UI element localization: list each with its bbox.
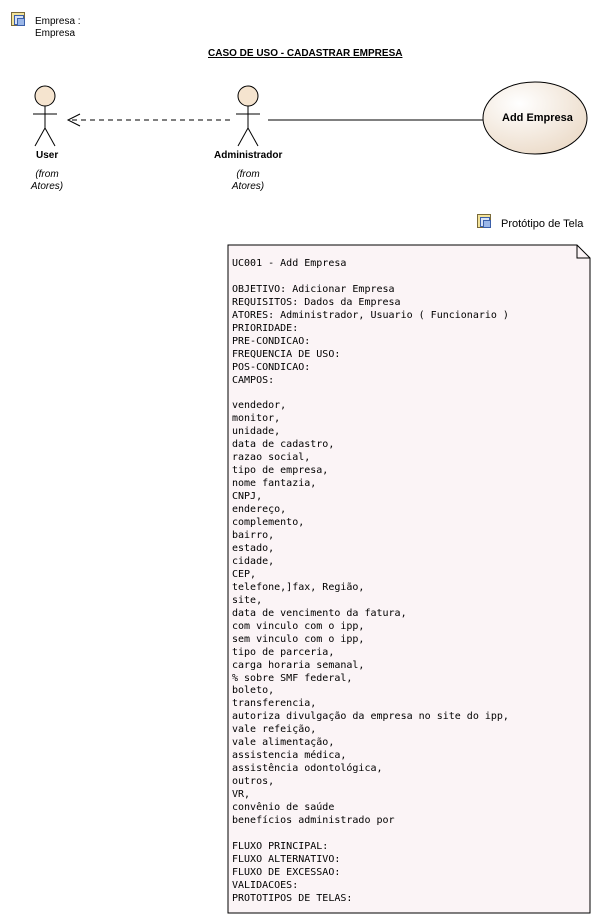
note-line: FLUXO PRINCIPAL: [232, 840, 329, 852]
note-line: vale refeição, [232, 724, 317, 736]
note-line: unidade, [232, 426, 281, 438]
note-line: data de vencimento da fatura, [232, 607, 407, 619]
actor-user-head [34, 85, 56, 107]
note-line: OBJETIVO: Adicionar Empresa [232, 283, 395, 295]
note-line: endereço, [232, 504, 287, 516]
note-line: boleto, [232, 685, 275, 697]
note-line: tipo de empresa, [232, 465, 329, 477]
diagram-canvas [33, 81, 588, 155]
note-line: cidade, [232, 555, 275, 567]
note-line: assistencia médica, [232, 750, 347, 762]
note-line [232, 271, 582, 284]
note-line: com vinculo com o ipp, [232, 620, 365, 632]
actor-administrador-origin: (from Atores) [227, 169, 269, 193]
note-line: data de cadastro, [232, 439, 335, 451]
actor-user[interactable] [33, 85, 57, 147]
note-line: PRE-CONDICAO: [232, 335, 311, 347]
actor-administrador-name: Administrador [214, 150, 283, 161]
note-line: benefícios administrado por [232, 814, 395, 826]
note-line: % sobre SMF federal, [232, 672, 353, 684]
note-line: CAMPOS: [232, 374, 275, 386]
note-line: FLUXO ALTERNATIVO: [232, 853, 341, 865]
note-line: PRIORIDADE: [232, 322, 299, 334]
note-line: tipo de parceria, [232, 646, 335, 658]
note-line: FREQUENCIA DE USO: [232, 348, 341, 360]
actor-user-name: User [36, 150, 59, 161]
note-line: estado, [232, 542, 275, 554]
note-line: assistência odontológica, [232, 763, 383, 775]
note-line: vendedor, [232, 400, 287, 412]
note-line: POS-CONDICAO: [232, 361, 311, 373]
prototype-link-label[interactable]: Protótipo de Tela [501, 218, 583, 230]
note-line: PROTOTIPOS DE TELAS: [232, 892, 353, 904]
note-line: telefone,]fax, Região, [232, 581, 365, 593]
note-line: carga horaria semanal, [232, 659, 365, 671]
note-line: nome fantazia, [232, 478, 317, 490]
note-line: sem vinculo com o ipp, [232, 633, 365, 645]
use-case-label: Add Empresa [502, 112, 573, 124]
generalization-connector[interactable] [66, 113, 230, 127]
actor-administrador-head [237, 85, 259, 107]
note-line: UC001 - Add Empresa [232, 258, 347, 269]
actor-user-origin: (from Atores) [26, 169, 68, 193]
actor-user-package: Atores) [30, 181, 64, 192]
note-line: bairro, [232, 530, 275, 542]
note-line: ATORES: Administrador, Usuario ( Funcion… [232, 309, 509, 321]
note-line: complemento, [232, 517, 305, 529]
note-fold [576, 245, 590, 259]
note-line: REQUISITOS: Dados da Empresa [232, 296, 401, 308]
note-text: UC001 - Add Empresa OBJETIVO: Adicionar … [232, 258, 582, 906]
note-line: VR, [232, 789, 251, 801]
note-line: convênio de saúde [232, 802, 335, 814]
note-line: site, [232, 594, 263, 606]
note-line: transferencia, [232, 698, 317, 710]
actor-administrador-package: Atores) [231, 181, 265, 192]
note-line: CNPJ, [232, 491, 263, 503]
note-line: FLUXO DE EXCESSAO: [232, 866, 341, 878]
actor-user-from: (from [35, 169, 59, 180]
note-line [232, 388, 582, 401]
prototype-diagram-icon[interactable] [477, 214, 491, 228]
note-line: monitor, [232, 413, 281, 425]
note-line: CEP, [232, 568, 257, 580]
note-line: autoriza divulgação da empresa no site d… [232, 711, 509, 723]
note-line: VALIDACOES: [232, 879, 299, 891]
actor-administrador-from: (from [236, 169, 260, 180]
actor-administrador[interactable] [236, 85, 260, 147]
note-line: vale alimentação, [232, 737, 335, 749]
note-line: razao social, [232, 452, 311, 464]
note-line: outros, [232, 776, 275, 788]
note-line [232, 828, 582, 841]
